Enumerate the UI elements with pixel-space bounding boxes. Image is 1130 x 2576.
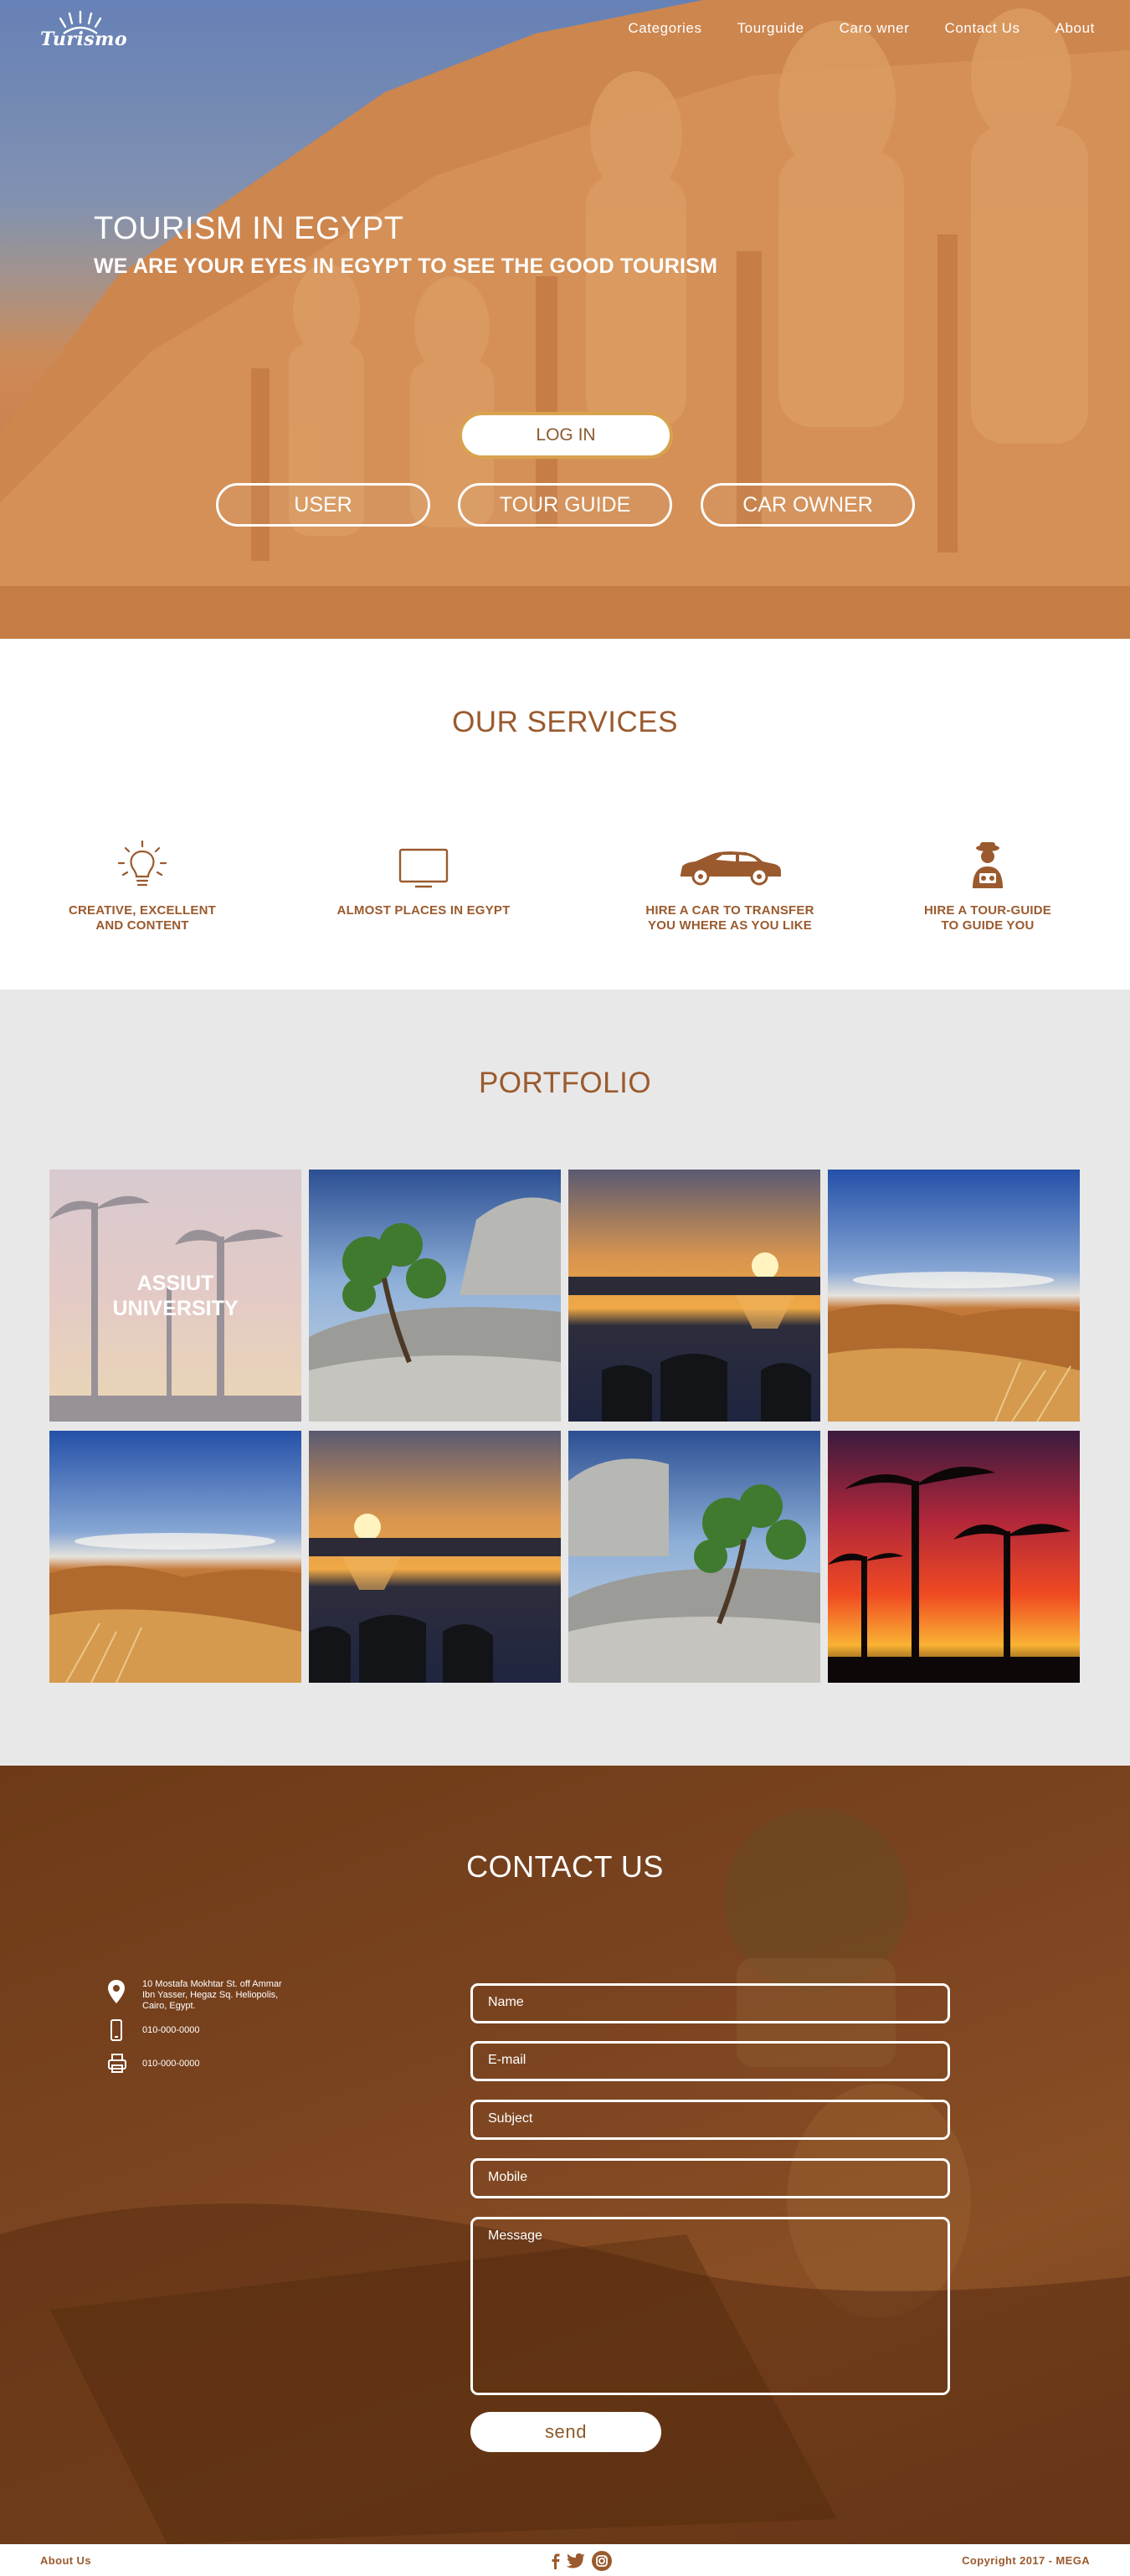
twitter-icon[interactable] (566, 2553, 586, 2569)
portfolio-tile-palms-sunset[interactable] (828, 1431, 1080, 1683)
service-label-car: HIRE A CAR TO TRANSFER YOU WHERE AS YOU L… (645, 903, 814, 933)
services-title: OUR SERVICES (452, 706, 678, 738)
fax-block: 010-000-0000 (107, 2053, 200, 2079)
hero-overlay (0, 0, 1130, 639)
services-section: OUR SERVICES CREATIVE, EXCELLENT AND CONT… (0, 639, 1130, 990)
email-field[interactable]: E-mail (470, 2041, 950, 2081)
service-car: HIRE A CAR TO TRANSFER YOU WHERE AS YOU L… (604, 840, 855, 933)
car-owner-role-button[interactable]: CAR OWNER (701, 483, 915, 527)
instagram-icon[interactable] (591, 2550, 613, 2572)
service-tour-guide: HIRE A TOUR-GUIDE TO GUIDE YOU (862, 840, 1113, 933)
subject-field[interactable]: Subject (470, 2100, 950, 2140)
nav-about[interactable]: About (1056, 20, 1095, 37)
palms-sunset-image (828, 1431, 1080, 1683)
desert-dunes-image (828, 1170, 1080, 1422)
service-places: ALMOST PLACES IN EGYPT (298, 840, 549, 918)
address-text: 10 Mostafa Mokhtar St. off Ammar Ibn Yass… (142, 1979, 282, 2011)
portfolio-tile-pine-rock-2[interactable] (568, 1431, 820, 1683)
message-textarea[interactable]: Message (470, 2217, 950, 2395)
sunset-lake-image (309, 1431, 561, 1683)
service-label-tour-guide: HIRE A TOUR-GUIDE TO GUIDE YOU (923, 903, 1052, 933)
copyright-text: Copyright 2017 - MEGA (962, 2554, 1090, 2567)
portfolio-tile-pine-rock[interactable] (309, 1170, 561, 1422)
address-block: 10 Mostafa Mokhtar St. off Ammar Ibn Yass… (107, 1979, 282, 2011)
portfolio-title: PORTFOLIO (478, 1067, 652, 1099)
phone-text: 010-000-0000 (142, 2025, 200, 2035)
sunset-lake-image (568, 1170, 820, 1422)
portfolio-tile-desert-dunes-2[interactable] (49, 1431, 301, 1683)
page-footer: About Us Copyright 2017 - MEGA (0, 2544, 1130, 2576)
nav-contact-us[interactable]: Contact Us (944, 20, 1020, 37)
top-navigation: Categories Tourguide Caro wner Contact U… (593, 20, 1095, 37)
portfolio-tile-sunset-lake[interactable] (568, 1170, 820, 1422)
hero-title: TOURISM IN EGYPT (94, 211, 404, 246)
service-creative: CREATIVE, EXCELLENT AND CONTENT (17, 840, 268, 933)
portfolio-tile-desert-dunes[interactable] (828, 1170, 1080, 1422)
pine-rock-image (309, 1170, 561, 1422)
facebook-icon[interactable] (549, 2553, 561, 2569)
contact-title: CONTACT US (466, 1849, 664, 1884)
contact-section: CONTACT US 10 Mostafa Mokhtar St. off Am… (0, 1766, 1130, 2544)
desert-dunes-image (49, 1431, 301, 1683)
user-role-button[interactable]: USER (216, 483, 430, 527)
monitor-icon (398, 848, 449, 888)
phone-block: 010-000-0000 (107, 2019, 200, 2047)
social-links (549, 2550, 613, 2572)
portfolio-tile-palms-highlight[interactable]: ASSIUT UNIVERSITY (49, 1170, 301, 1422)
mobile-field[interactable]: Mobile (470, 2158, 950, 2198)
mobile-phone-icon (110, 2019, 122, 2041)
portfolio-section: PORTFOLIO ASSIUT UNIVERSITY (0, 990, 1130, 1766)
send-button[interactable]: send (470, 2412, 661, 2452)
tour-guide-role-button[interactable]: TOUR GUIDE (458, 483, 672, 527)
service-label-creative: CREATIVE, EXCELLENT AND CONTENT (68, 903, 217, 933)
login-button[interactable]: LOG IN (459, 412, 673, 459)
hero-subtitle: WE ARE YOUR EYES IN EGYPT TO SEE THE GOO… (94, 255, 718, 278)
hero-section: Turismo Categories Tourguide Caro wner C… (0, 0, 1130, 639)
portfolio-caption: ASSIUT UNIVERSITY (112, 1271, 239, 1320)
nav-tourguide[interactable]: Tourguide (737, 20, 804, 37)
fax-text: 010-000-0000 (142, 2059, 200, 2069)
pine-rock-image (568, 1431, 820, 1683)
name-field[interactable]: Name (470, 1983, 950, 2023)
service-label-places: ALMOST PLACES IN EGYPT (336, 903, 511, 918)
portfolio-tile-sunset-lake-2[interactable] (309, 1431, 561, 1683)
brand-logo-text[interactable]: Turismo (40, 28, 127, 50)
nav-car-owner[interactable]: Caro wner (840, 20, 910, 37)
fax-printer-icon (108, 2054, 126, 2073)
lightbulb-icon (117, 840, 167, 887)
car-icon (681, 851, 781, 886)
about-us-link[interactable]: About Us (40, 2554, 91, 2567)
location-pin-icon (108, 1980, 125, 2003)
tour-guide-icon (973, 842, 1003, 888)
nav-categories[interactable]: Categories (628, 20, 701, 37)
